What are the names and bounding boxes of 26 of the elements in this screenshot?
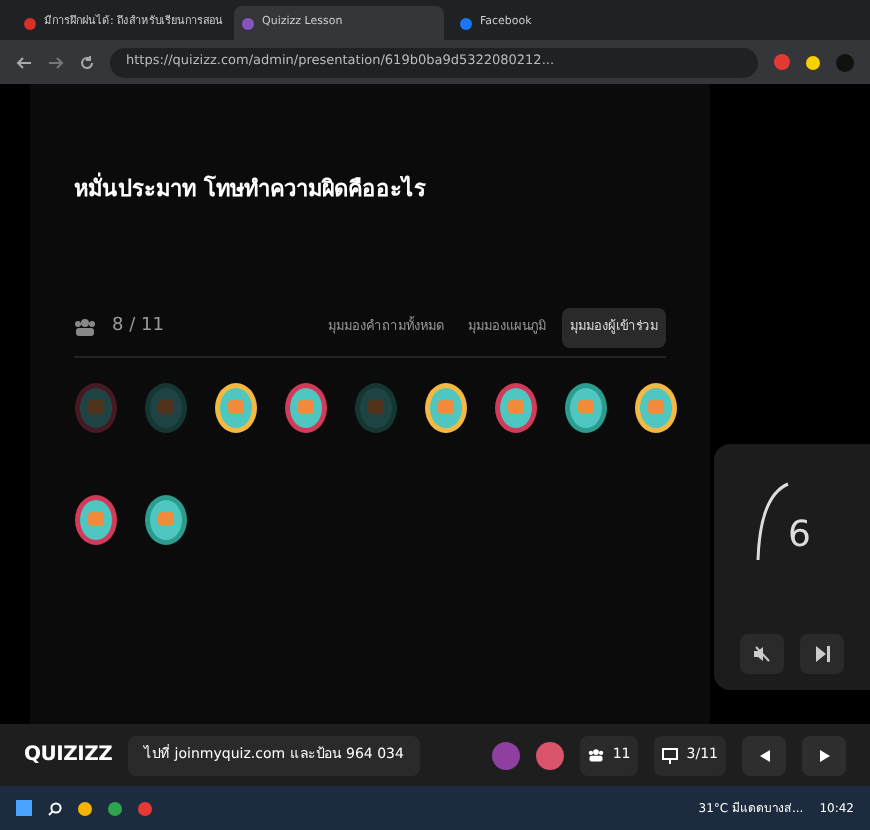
triangle-left-icon	[759, 749, 769, 761]
mute-button[interactable]	[740, 634, 784, 674]
timer-value: 6	[788, 512, 811, 560]
search-icon[interactable]	[48, 801, 62, 815]
prev-button[interactable]	[742, 735, 786, 775]
app-icon[interactable]	[78, 801, 92, 815]
quizizz-logo: QUIZIZZ	[24, 742, 113, 770]
back-icon[interactable]	[16, 55, 32, 69]
reload-icon[interactable]	[80, 55, 94, 69]
app-icon[interactable]	[138, 801, 152, 815]
users-icon	[74, 318, 96, 336]
skip-button[interactable]	[800, 634, 844, 674]
speaker-muted-icon	[754, 646, 770, 662]
players-icon	[588, 748, 605, 762]
extension-icon[interactable]	[806, 55, 820, 69]
app-icon[interactable]	[108, 801, 122, 815]
theme-icon[interactable]	[492, 741, 521, 769]
slide-icon	[662, 747, 679, 763]
forward-icon[interactable]	[48, 55, 64, 69]
mic-icon[interactable]	[536, 741, 565, 769]
skip-icon	[815, 646, 829, 662]
answered-count: 8 / 11	[112, 313, 164, 340]
question-title: หมั่นประมาท โทษทำความผิดคืออะไร	[74, 174, 428, 206]
triangle-right-icon	[819, 749, 829, 761]
start-icon[interactable]	[16, 800, 32, 816]
next-button[interactable]	[802, 735, 846, 775]
